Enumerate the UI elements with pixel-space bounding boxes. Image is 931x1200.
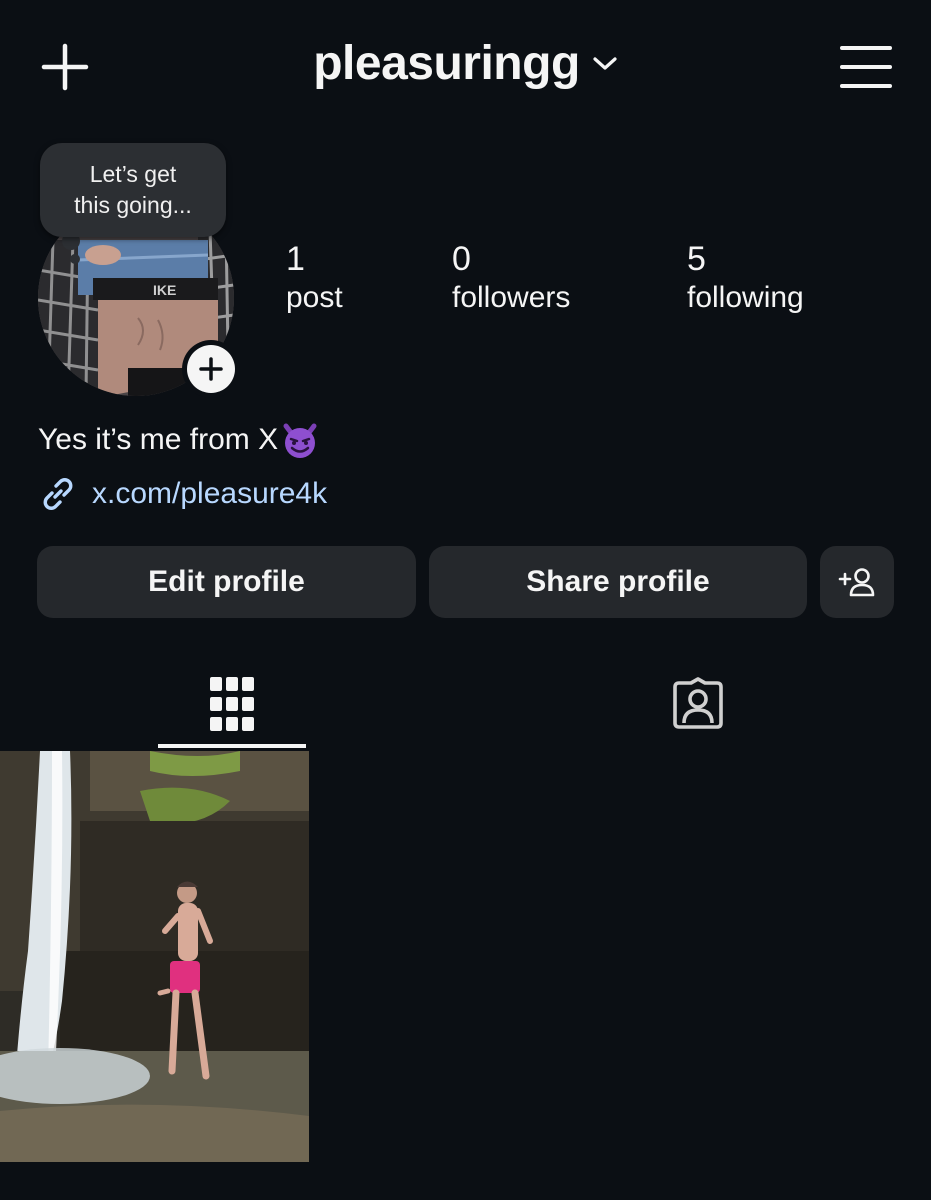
- stat-posts-value: 1: [286, 240, 305, 278]
- stat-followers-value: 0: [452, 240, 471, 278]
- stat-following-value: 5: [687, 240, 706, 278]
- discover-people-button[interactable]: [820, 546, 894, 618]
- plus-icon: [199, 357, 223, 381]
- smiling-imp-emoji-icon: [283, 423, 317, 458]
- stat-following[interactable]: 5 following: [687, 240, 804, 318]
- post-thumbnail[interactable]: [0, 751, 309, 1162]
- note-bubble-tail-small: [70, 254, 80, 264]
- stat-followers[interactable]: 0 followers: [452, 240, 570, 318]
- hamburger-menu-icon[interactable]: [838, 42, 894, 92]
- stat-following-label: following: [687, 281, 804, 314]
- bio-text: Yes it’s me from X: [38, 423, 279, 456]
- tab-tagged[interactable]: [624, 660, 772, 748]
- bio: Yes it’s me from X: [38, 420, 320, 460]
- tab-posts-grid[interactable]: [158, 660, 306, 748]
- note-bubble[interactable]: Let’s get this going...: [40, 143, 226, 237]
- add-person-icon: [838, 568, 875, 597]
- note-text-line2: this going...: [74, 192, 192, 218]
- waistband-logo: IKE: [153, 282, 176, 298]
- note-text-line1: Let’s get: [89, 161, 177, 187]
- edit-profile-label: Edit profile: [148, 565, 305, 598]
- username[interactable]: pleasuringg: [313, 36, 580, 91]
- share-profile-label: Share profile: [526, 565, 710, 598]
- bio-link-text[interactable]: x.com/pleasure4k: [92, 477, 327, 511]
- add-story-button[interactable]: [182, 340, 240, 398]
- stat-posts[interactable]: 1 post: [286, 240, 343, 318]
- link-icon: [43, 478, 73, 510]
- bio-link[interactable]: x.com/pleasure4k: [38, 474, 327, 514]
- grid-icon: [210, 677, 254, 731]
- edit-profile-button[interactable]: Edit profile: [37, 546, 416, 618]
- stat-posts-label: post: [286, 281, 343, 314]
- active-tab-indicator: [158, 744, 306, 748]
- share-profile-button[interactable]: Share profile: [429, 546, 807, 618]
- chevron-down-icon[interactable]: [592, 55, 618, 73]
- tagged-person-icon: [673, 677, 723, 729]
- stat-followers-label: followers: [452, 281, 571, 314]
- account-switcher[interactable]: pleasuringg: [0, 36, 931, 91]
